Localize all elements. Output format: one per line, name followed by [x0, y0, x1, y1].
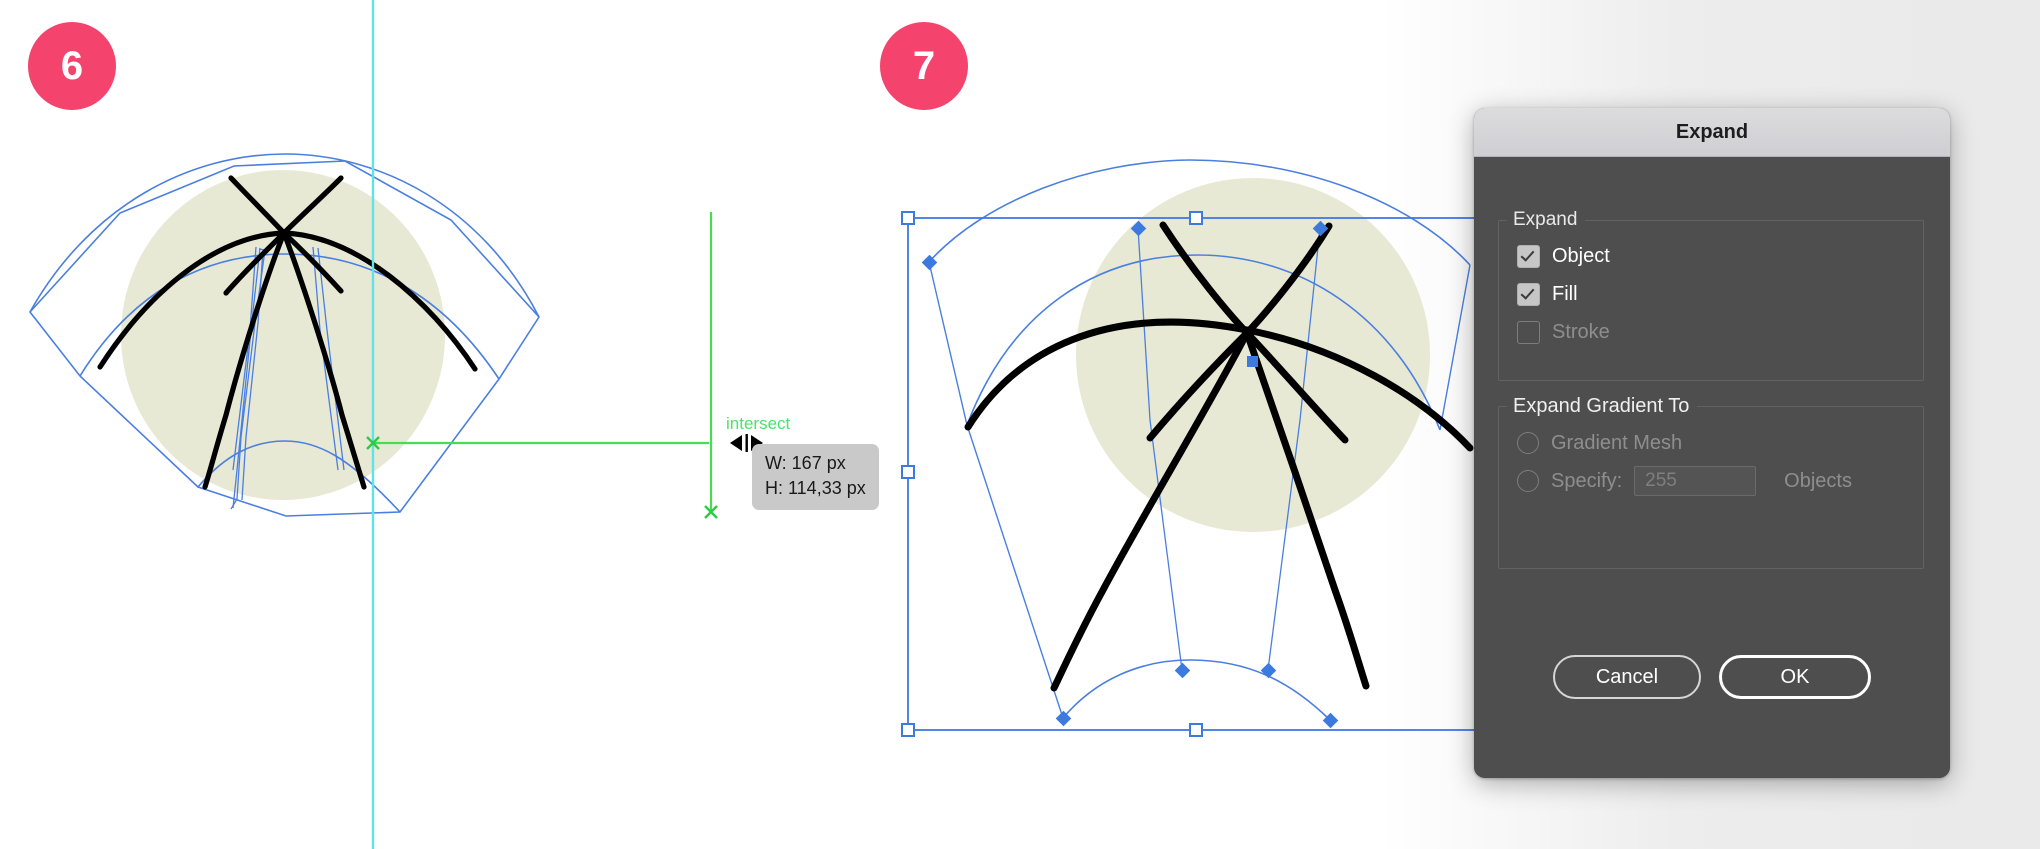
object-checkbox-label: Object [1552, 244, 1610, 267]
measurement-tooltip: W: 167 px H: 114,33 px [752, 444, 879, 510]
measure-height-text: H: 114,33 px [765, 477, 866, 498]
guides-layer [366, 0, 763, 849]
radio-row-specify: Specify: 255 Objects [1499, 462, 1923, 500]
checkbox-row-fill[interactable]: Fill [1499, 275, 1923, 313]
checkbox-row-stroke: Stroke [1499, 313, 1923, 351]
gradient-group-legend: Expand Gradient To [1513, 395, 1690, 417]
measure-width-text: W: 167 px [765, 453, 846, 473]
fan-bottom-arc-7 [1062, 659, 1331, 721]
specify-label: Specify: [1551, 469, 1623, 492]
objects-unit-label: Objects [1784, 469, 1852, 492]
selection-center-point [1247, 356, 1258, 367]
object-checkbox[interactable] [1517, 244, 1540, 268]
olive-circle-shape [121, 170, 445, 500]
expand-options-group: Expand Object Fill Stroke [1498, 209, 1924, 381]
fill-checkbox[interactable] [1517, 282, 1540, 306]
illustrator-canvas[interactable]: 6 7 intersect W: 167 px H: 114,33 px Exp… [0, 0, 2040, 849]
fill-checkbox-label: Fill [1552, 282, 1578, 305]
fan-side-right-7 [1439, 264, 1471, 431]
cancel-button[interactable]: Cancel [1553, 655, 1701, 699]
left-artwork [28, 153, 541, 517]
gradient-mesh-label: Gradient Mesh [1551, 431, 1683, 454]
stroke-checkbox [1517, 320, 1540, 344]
dialog-titlebar: Expand [1474, 108, 1950, 157]
fan-side-left-7 [928, 261, 1064, 719]
dialog-title: Expand [1675, 120, 1749, 143]
gradient-mesh-radio [1517, 432, 1539, 454]
expand-gradient-group: Expand Gradient To Gradient Mesh Specify… [1498, 395, 1924, 569]
step-badge-6: 6 [28, 22, 116, 110]
ok-button[interactable]: OK [1719, 655, 1871, 699]
specify-radio [1517, 470, 1539, 492]
step-badge-7: 7 [880, 22, 968, 110]
expand-group-legend: Expand [1513, 209, 1578, 230]
dialog-button-row: Cancel OK [1474, 655, 1950, 699]
checkbox-row-object[interactable]: Object [1499, 237, 1923, 275]
specify-objects-input: 255 [1634, 466, 1757, 496]
radio-row-gradient-mesh: Gradient Mesh [1499, 424, 1923, 462]
stroke-checkbox-label: Stroke [1552, 320, 1610, 343]
dialog-body: Expand Object Fill Stroke Expand Gradien… [1474, 157, 1950, 778]
smart-guide-intersect-label: intersect [726, 414, 791, 433]
right-artwork [928, 159, 1474, 721]
expand-dialog[interactable]: Expand Expand Object Fill Stroke Expand … [1474, 108, 1950, 778]
